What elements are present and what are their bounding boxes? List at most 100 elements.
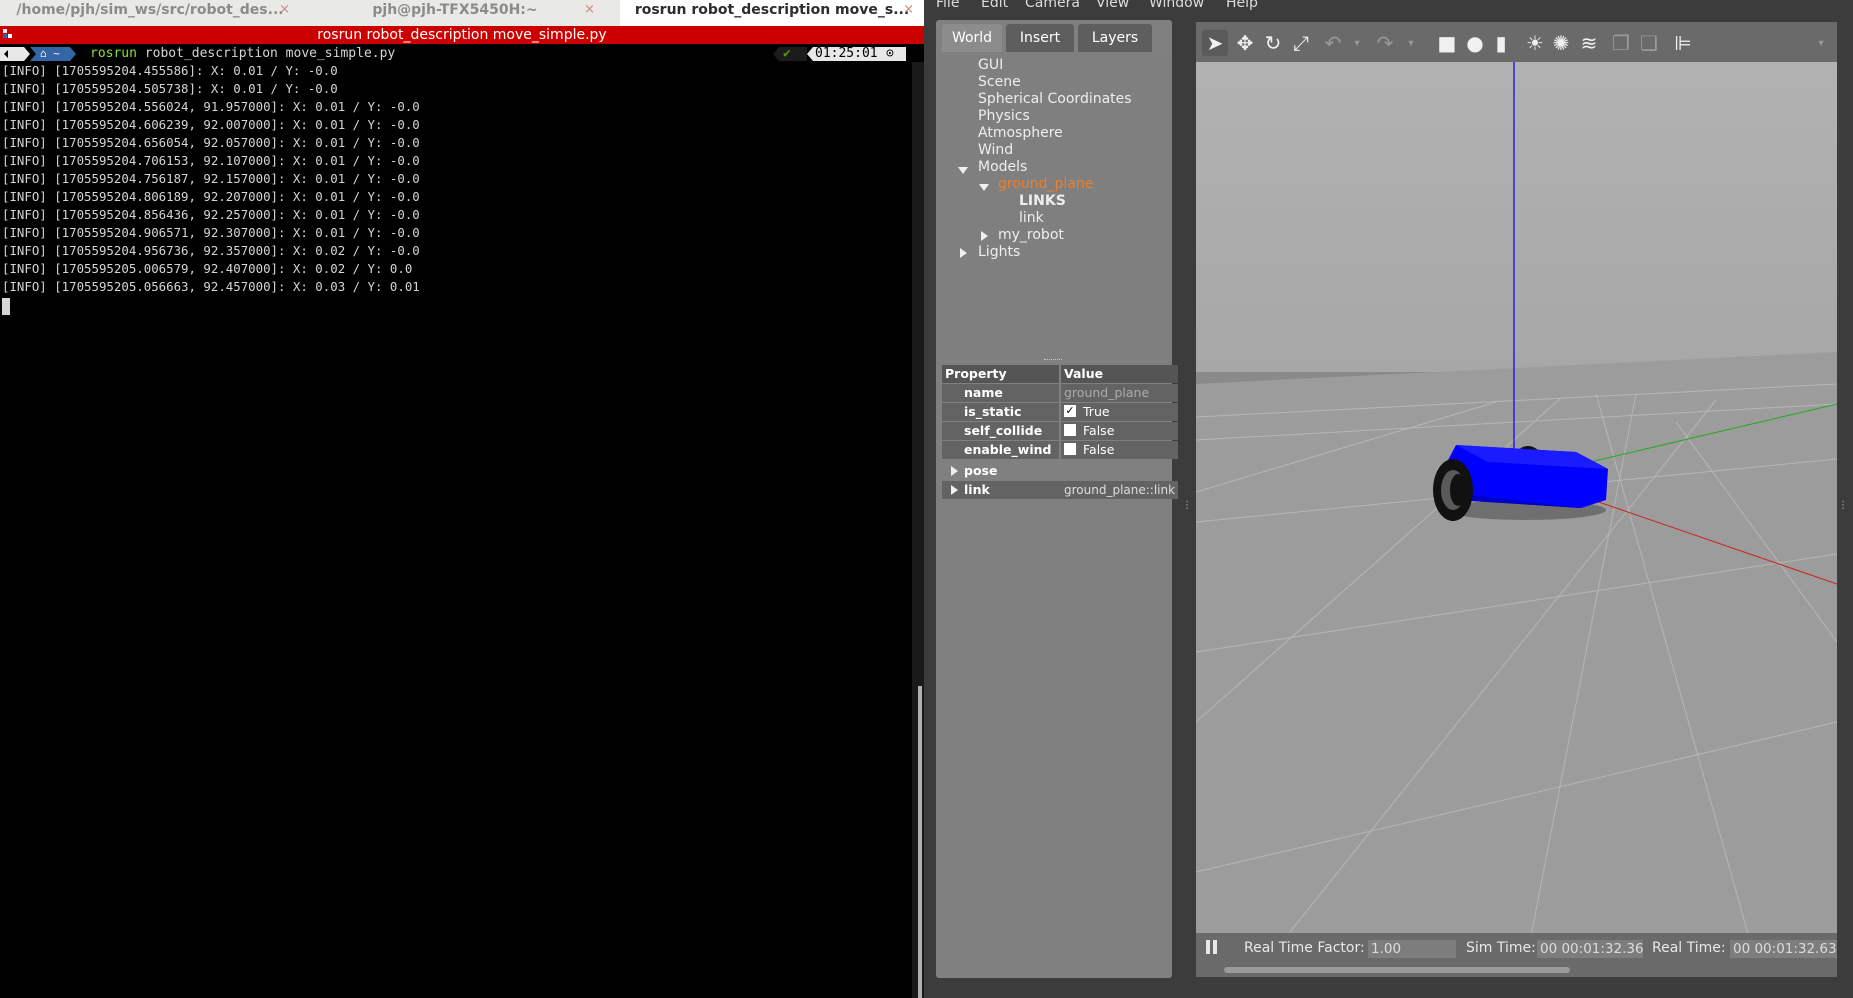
close-icon[interactable]: × xyxy=(903,0,914,20)
viewport-hscrollbar[interactable] xyxy=(1196,963,1837,977)
terminal-tab-2-label: pjh@pjh-TFX5450H:~ xyxy=(372,2,538,18)
checkbox-checked-icon[interactable]: ✓ xyxy=(1064,405,1076,417)
log-line: [INFO] [1705595204.756187, 92.157000]: X… xyxy=(2,171,420,186)
property-row-enable-wind: enable_wind False xyxy=(942,441,1178,460)
rotate-mode-icon[interactable]: ↻ xyxy=(1260,30,1286,56)
undo-icon[interactable]: ↶ xyxy=(1320,30,1346,56)
terminal-tab-2[interactable]: pjh@pjh-TFX5450H:~ × xyxy=(305,0,605,26)
tab-insert[interactable]: Insert xyxy=(1006,24,1074,52)
scale-mode-icon[interactable]: ⤢ xyxy=(1288,30,1314,56)
rtf-value: 1.00 xyxy=(1368,940,1456,958)
property-header-name: Property xyxy=(942,365,1059,383)
pause-icon-bar[interactable] xyxy=(1213,940,1217,954)
expand-lights-icon[interactable] xyxy=(960,248,967,258)
expand-pose-icon[interactable] xyxy=(951,466,958,476)
real-time-label: Real Time: xyxy=(1652,940,1726,956)
log-line: [INFO] [1705595204.455586]: X: 0.01 / Y:… xyxy=(2,63,338,78)
panel-splitter-handle[interactable]: ⋮ xyxy=(1182,500,1192,511)
tree-item-lights[interactable]: Lights xyxy=(978,244,1020,260)
property-row-link[interactable]: link ground_plane::link xyxy=(942,481,1178,500)
close-icon[interactable]: × xyxy=(279,0,290,20)
spot-light-icon[interactable]: ✺ xyxy=(1548,30,1574,56)
tree-item-link[interactable]: link xyxy=(1019,210,1044,226)
prompt-command: rosrun robot_description move_simple.py xyxy=(90,45,395,63)
home-path: ⌂ ~ xyxy=(40,47,60,60)
viewport-hscrollbar-thumb[interactable] xyxy=(1224,967,1570,973)
property-label: name xyxy=(942,384,1059,402)
terminal-tab-1[interactable]: /home/pjh/sim_ws/src/robot_des... × xyxy=(0,0,300,26)
menu-help[interactable]: Help xyxy=(1226,0,1258,11)
expand-models-icon[interactable] xyxy=(958,167,968,174)
menu-camera[interactable]: Camera xyxy=(1025,0,1080,11)
property-row-self-collide: self_collide False xyxy=(942,422,1178,441)
property-value-self-collide[interactable]: False xyxy=(1061,422,1178,440)
splitter-handle[interactable] xyxy=(1044,359,1062,362)
toolbar-more-icon[interactable]: ▾ xyxy=(1808,30,1834,56)
tree-item-scene[interactable]: Scene xyxy=(978,74,1021,90)
gazebo-window: File Edit Camera View Window Help World … xyxy=(924,0,1853,998)
menu-file[interactable]: File xyxy=(936,0,959,11)
tree-item-ground-plane[interactable]: ground_plane xyxy=(998,176,1093,192)
property-value-name[interactable]: ground_plane xyxy=(1061,384,1178,402)
tree-item-models[interactable]: Models xyxy=(978,159,1027,175)
tree-item-physics[interactable]: Physics xyxy=(978,108,1030,124)
directional-light-icon[interactable]: ≋ xyxy=(1576,30,1602,56)
log-line: [INFO] [1705595204.656054, 92.057000]: X… xyxy=(2,135,420,150)
tree-item-gui[interactable]: GUI xyxy=(978,57,1003,73)
property-label: is_static xyxy=(942,403,1059,421)
sphere-shape-icon[interactable]: ● xyxy=(1462,30,1488,56)
command-word: rosrun xyxy=(90,46,137,61)
checkbox-unchecked-icon[interactable] xyxy=(1064,424,1076,436)
tree-item-links-header: LINKS xyxy=(1019,193,1066,209)
cylinder-shape-icon[interactable]: ▮ xyxy=(1488,30,1514,56)
checkbox-unchecked-icon[interactable] xyxy=(1064,443,1076,455)
property-label: link xyxy=(964,482,990,497)
menu-window[interactable]: Window xyxy=(1149,0,1204,11)
tree-item-spherical-coordinates[interactable]: Spherical Coordinates xyxy=(978,91,1132,107)
property-value-text: False xyxy=(1083,423,1115,438)
box-shape-icon[interactable]: ■ xyxy=(1434,30,1460,56)
close-icon[interactable]: × xyxy=(584,0,595,20)
terminal-title: rosrun robot_description move_simple.py xyxy=(317,27,607,43)
translate-mode-icon[interactable]: ✥ xyxy=(1232,30,1258,56)
log-line: [INFO] [1705595204.505738]: X: 0.01 / Y:… xyxy=(2,81,338,96)
menu-edit[interactable]: Edit xyxy=(981,0,1008,11)
tab-world[interactable]: World xyxy=(942,24,1002,52)
property-value-link: ground_plane::link xyxy=(1061,481,1178,499)
property-row-pose[interactable]: pose xyxy=(942,462,1178,481)
robot-model[interactable] xyxy=(1433,445,1608,521)
pause-icon[interactable] xyxy=(1206,940,1210,954)
terminal-title-bar: rosrun robot_description move_simple.py xyxy=(0,26,924,44)
redo-icon[interactable]: ↷ xyxy=(1372,30,1398,56)
paste-icon[interactable]: ❏ xyxy=(1636,30,1662,56)
log-line: [INFO] [1705595204.556024, 91.957000]: X… xyxy=(2,99,420,114)
scene-viewport[interactable] xyxy=(1196,22,1837,962)
right-splitter-handle[interactable]: ⋮ xyxy=(1838,500,1848,511)
tree-item-my-robot[interactable]: my_robot xyxy=(998,227,1064,243)
rtf-label: Real Time Factor: xyxy=(1244,940,1365,956)
sim-time-value: 00 00:01:32.361 xyxy=(1537,940,1643,958)
property-value-enable-wind[interactable]: False xyxy=(1061,441,1178,459)
menu-view[interactable]: View xyxy=(1096,0,1129,11)
property-label: self_collide xyxy=(942,422,1059,440)
undo-dropdown-icon[interactable]: ▾ xyxy=(1344,30,1370,56)
property-value-text: True xyxy=(1083,404,1110,419)
property-value-is-static[interactable]: ✓ True xyxy=(1061,403,1178,421)
log-line: [INFO] [1705595204.706153, 92.107000]: X… xyxy=(2,153,420,168)
copy-icon[interactable]: ❐ xyxy=(1608,30,1634,56)
select-mode-icon[interactable]: ➤ xyxy=(1202,30,1228,56)
property-header-value: Value xyxy=(1061,365,1178,383)
tree-item-wind[interactable]: Wind xyxy=(978,142,1013,158)
tab-layers[interactable]: Layers xyxy=(1078,24,1152,52)
point-light-icon[interactable]: ☀ xyxy=(1522,30,1548,56)
tree-item-atmosphere[interactable]: Atmosphere xyxy=(978,125,1063,141)
terminal-scrollbar-thumb[interactable] xyxy=(918,686,922,998)
redo-dropdown-icon[interactable]: ▾ xyxy=(1398,30,1424,56)
expand-link-icon[interactable] xyxy=(951,485,958,495)
align-icon[interactable]: ⊫ xyxy=(1670,30,1696,56)
property-value-text: False xyxy=(1083,442,1115,457)
terminal-tab-3[interactable]: rosrun robot_description move_s... × xyxy=(620,0,924,26)
status-check-icon: ✔ xyxy=(783,46,791,61)
expand-my-robot-icon[interactable] xyxy=(981,231,988,241)
expand-ground-plane-icon[interactable] xyxy=(979,184,989,191)
